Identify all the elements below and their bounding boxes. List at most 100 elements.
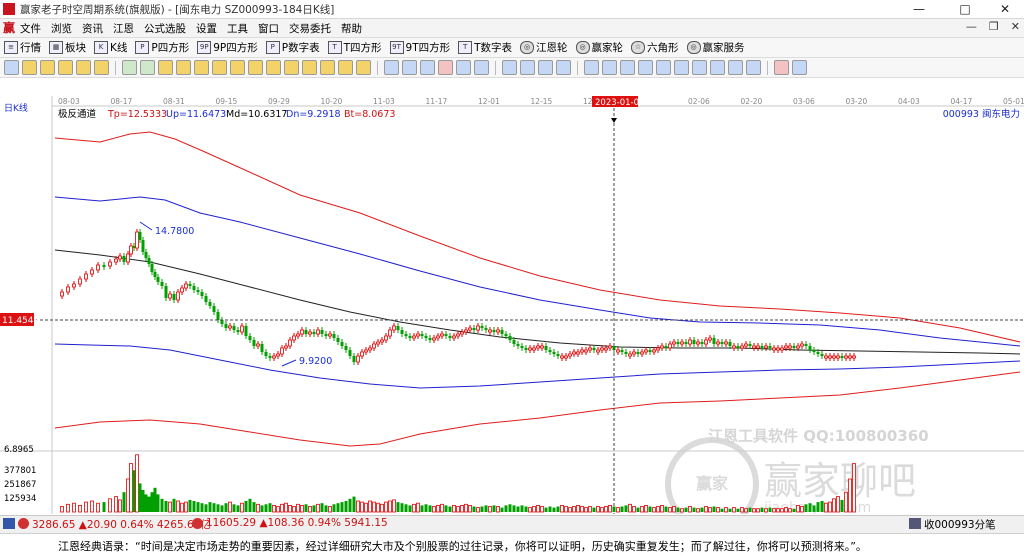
- drawing-tool-icon[interactable]: [212, 60, 227, 75]
- drawing-tool-icon[interactable]: [122, 60, 137, 75]
- candle-body: [96, 264, 100, 271]
- kline-chart[interactable]: 08-03 08-17 08-31 09-15 09-29 10-20 11-03 11-17…: [0, 96, 1024, 514]
- candle-body: [224, 324, 228, 328]
- drawing-tool-icon[interactable]: [94, 60, 109, 75]
- toolbar-item[interactable]: ▦ 板块: [49, 40, 86, 55]
- volume-bar: [724, 507, 728, 513]
- volume-bar: [488, 506, 492, 513]
- toolbar-item[interactable]: ≡ 行情: [4, 40, 41, 55]
- drawing-tool-icon[interactable]: [638, 60, 653, 75]
- drawing-tool-icon[interactable]: [792, 60, 807, 75]
- menu-item[interactable]: 公式选股: [144, 21, 186, 36]
- drawing-tool-icon[interactable]: [338, 60, 353, 75]
- drawing-tool-icon[interactable]: [584, 60, 599, 75]
- drawing-tool-icon[interactable]: [384, 60, 399, 75]
- mdi-close-icon[interactable]: ✕: [1011, 20, 1020, 33]
- menu-item[interactable]: 浏览: [51, 21, 72, 36]
- drawing-tool-icon[interactable]: [248, 60, 263, 75]
- drawing-tool-icon[interactable]: [140, 60, 155, 75]
- candle-body: [492, 330, 496, 332]
- drawing-tool-icon[interactable]: [538, 60, 553, 75]
- drawing-tool-icon[interactable]: [728, 60, 743, 75]
- drawing-tool-icon[interactable]: [746, 60, 761, 75]
- minimize-button[interactable]: —: [896, 0, 942, 18]
- drawing-tool-icon[interactable]: [474, 60, 489, 75]
- drawing-tool-icon[interactable]: [620, 60, 635, 75]
- toolbar-item[interactable]: ◎ 江恩轮: [520, 40, 568, 55]
- volume-axis-2: 251867: [4, 480, 36, 490]
- volume-bar: [180, 502, 184, 513]
- drawing-tool-icon[interactable]: [320, 60, 335, 75]
- drawing-tool-icon[interactable]: [302, 60, 317, 75]
- date-tick-label: 08-17: [111, 97, 133, 106]
- drawing-tool-icon[interactable]: [456, 60, 471, 75]
- volume-bar: [524, 506, 528, 512]
- candle-body: [836, 355, 840, 359]
- candle-body: [680, 341, 684, 345]
- volume-bar: [796, 504, 800, 513]
- menu-item[interactable]: 窗口: [258, 21, 279, 36]
- drawing-tool-icon[interactable]: [502, 60, 517, 75]
- toolbar-item[interactable]: T T四方形: [327, 40, 382, 55]
- menu-item[interactable]: 资讯: [82, 21, 103, 36]
- mdi-minimize-icon[interactable]: —: [966, 20, 977, 33]
- toolbar-item[interactable]: K K线: [94, 40, 127, 55]
- drawing-tool-icon[interactable]: [556, 60, 571, 75]
- date-tick-label: 08-03: [58, 97, 80, 106]
- drawing-tool-icon[interactable]: [438, 60, 453, 75]
- menu-item[interactable]: 江恩: [113, 21, 134, 36]
- drawing-tool-icon[interactable]: [58, 60, 73, 75]
- volume-bar: [612, 506, 616, 512]
- mdi-restore-icon[interactable]: ❐: [989, 20, 999, 33]
- toolbar-item[interactable]: ☆ 六角形: [631, 40, 679, 55]
- sz-index-text[interactable]: 11605.29 ▲108.36 0.94% 5941.15: [206, 517, 388, 529]
- drawing-tool-icon[interactable]: [710, 60, 725, 75]
- drawing-tool-icon[interactable]: [158, 60, 173, 75]
- menu-item[interactable]: 设置: [196, 21, 217, 36]
- candle-body: [508, 336, 512, 340]
- volume-bar: [102, 502, 106, 512]
- toolbar-item[interactable]: P P四方形: [135, 40, 189, 55]
- p-table-icon: P: [265, 41, 280, 54]
- drawing-tool-icon[interactable]: [266, 60, 281, 75]
- drawing-tool-icon[interactable]: [230, 60, 245, 75]
- drawing-tool-icon[interactable]: [602, 60, 617, 75]
- close-button[interactable]: ✕: [982, 0, 1024, 18]
- drawing-tool-icon[interactable]: [692, 60, 707, 75]
- drawing-tool-icon[interactable]: [40, 60, 55, 75]
- drawing-tool-icon[interactable]: [402, 60, 417, 75]
- drawing-tool-icon[interactable]: [76, 60, 91, 75]
- toolbar-item[interactable]: 9T 9T四方形: [389, 40, 450, 55]
- drawing-tool-icon[interactable]: [22, 60, 37, 75]
- candle-body: [520, 346, 524, 348]
- stock-name: 000993 闽东电力: [943, 108, 1020, 120]
- sh-index-text[interactable]: 3286.65 ▲20.90 0.64% 4265.65亿: [32, 517, 211, 532]
- drawing-tool-icon[interactable]: [4, 60, 19, 75]
- menu-item[interactable]: 交易委托: [289, 21, 331, 36]
- toolbar-item[interactable]: ◎ 赢家轮: [575, 40, 623, 55]
- drawing-tool-icon[interactable]: [176, 60, 191, 75]
- drawing-tool-icon[interactable]: [520, 60, 535, 75]
- 9p-square-icon: 9P: [197, 41, 212, 54]
- candle-body: [712, 338, 716, 344]
- drawing-tool-icon[interactable]: [656, 60, 671, 75]
- drawing-tool-icon[interactable]: [356, 60, 371, 75]
- drawing-tool-icon[interactable]: [774, 60, 789, 75]
- menu-item[interactable]: 帮助: [341, 21, 362, 36]
- market-icon[interactable]: [3, 518, 15, 529]
- toolbar-item[interactable]: P P数字表: [265, 40, 320, 55]
- title-bar: 赢家老子时空周期系统(旗舰版) - [闽东电力 SZ000993-184日K线]…: [0, 0, 1024, 19]
- toolbar-item[interactable]: T T数字表: [458, 40, 512, 55]
- candle-body: [252, 340, 256, 346]
- toolbar-item[interactable]: 9P 9P四方形: [197, 40, 258, 55]
- status-right[interactable]: 收000993分笔: [924, 517, 996, 532]
- menu-item[interactable]: 工具: [227, 21, 248, 36]
- candle-body: [156, 277, 160, 282]
- menu-item[interactable]: 文件: [20, 21, 41, 36]
- drawing-tool-icon[interactable]: [194, 60, 209, 75]
- drawing-tool-icon[interactable]: [420, 60, 435, 75]
- drawing-tool-icon[interactable]: [284, 60, 299, 75]
- toolbar-item[interactable]: ◎ 赢家服务: [686, 40, 745, 55]
- sector-icon: ▦: [49, 41, 63, 54]
- drawing-tool-icon[interactable]: [674, 60, 689, 75]
